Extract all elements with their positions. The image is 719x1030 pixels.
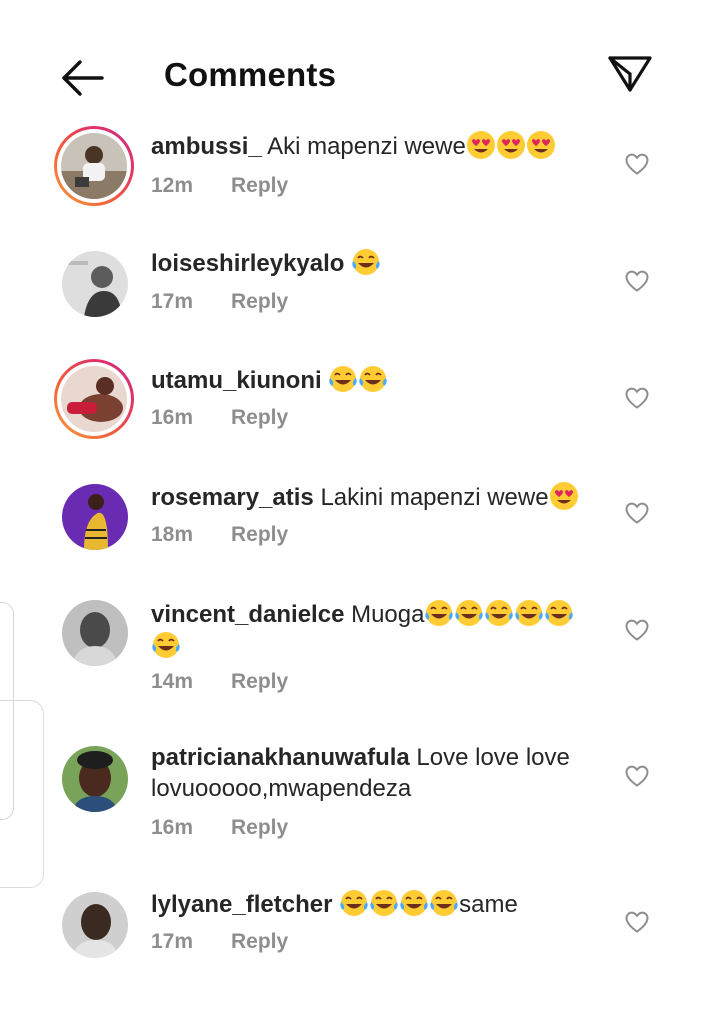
comment-body [322,367,329,394]
comment-time: 18m [151,523,194,546]
avatar[interactable] [62,746,128,812]
heart-icon[interactable] [624,386,650,410]
comment-username[interactable]: vincent_danielce [151,601,344,628]
comment-text: loiseshirleykyalo [151,247,601,279]
paper-plane-icon[interactable] [604,48,656,100]
tears-of-joy-emoji-icon [514,598,544,628]
comments-header: Comments [0,0,719,120]
tears-of-joy-emoji-icon [429,888,459,918]
comment-time: 16m [151,816,194,839]
tears-of-joy-emoji-icon [328,364,358,394]
arrow-left-icon[interactable] [58,56,108,100]
comment-meta: 12m Reply [151,174,288,198]
comment-text: rosemary_atis Lakini mapenzi wewe [151,481,601,513]
comment-text: lylyane_fletcher same [151,888,601,920]
comment-time: 14m [151,670,194,693]
comment-time: 17m [151,290,194,313]
comment-meta: 16m Reply [151,816,288,840]
comment-username[interactable]: patricianakhanuwafula [151,744,410,771]
page-title: Comments [164,56,337,93]
tears-of-joy-emoji-icon [339,888,369,918]
comment-body: Muoga [344,601,425,628]
tears-of-joy-emoji-icon [369,888,399,918]
reply-button[interactable]: Reply [231,174,288,197]
comment-username[interactable]: utamu_kiunoni [151,367,322,394]
tears-of-joy-emoji-icon [484,598,514,628]
tears-of-joy-emoji-icon [544,598,574,628]
avatar[interactable] [54,126,134,206]
tears-of-joy-emoji-icon [399,888,429,918]
comment-text: patricianakhanuwafula Love love love lov… [151,742,591,804]
avatar[interactable] [62,251,128,317]
heart-icon[interactable] [624,764,650,788]
reply-button[interactable]: Reply [231,290,288,313]
comment-meta: 17m Reply [151,930,288,954]
tears-of-joy-emoji-icon [454,598,484,628]
heart-eyes-emoji-icon [526,130,556,160]
reply-button[interactable]: Reply [231,816,288,839]
comment-meta: 14m Reply [151,670,288,694]
tears-of-joy-emoji-icon [351,247,381,277]
comment-time: 17m [151,930,194,953]
comment-meta: 16m Reply [151,406,288,430]
heart-icon[interactable] [624,618,650,642]
heart-icon[interactable] [624,152,650,176]
heart-icon[interactable] [624,269,650,293]
comment-meta: 18m Reply [151,523,288,547]
tears-of-joy-emoji-icon [424,598,454,628]
comment-text: utamu_kiunoni [151,364,601,396]
reply-button[interactable]: Reply [231,670,288,693]
comment-text: vincent_danielce Muoga [151,598,601,662]
comment-username[interactable]: loiseshirleykyalo [151,250,344,277]
comment-username[interactable]: rosemary_atis [151,484,314,511]
avatar[interactable] [62,484,128,550]
comment-body [344,250,351,277]
comment-body: Aki mapenzi wewe [261,133,466,160]
avatar[interactable] [54,359,134,439]
reply-button[interactable]: Reply [231,406,288,429]
heart-eyes-emoji-icon [549,481,579,511]
comment-meta: 17m Reply [151,290,288,314]
edge-side-panel-outline [0,700,44,888]
avatar[interactable] [62,892,128,958]
comment-body: Lakini mapenzi wewe [313,484,549,511]
comment-time: 12m [151,174,194,197]
comment-username[interactable]: lylyane_fletcher [151,891,332,918]
comment-text: ambussi_ Aki mapenzi wewe [151,130,601,162]
avatar[interactable] [62,600,128,666]
comment-username[interactable]: ambussi_ [151,133,262,160]
comment-body [332,891,339,918]
heart-eyes-emoji-icon [496,130,526,160]
reply-button[interactable]: Reply [231,930,288,953]
heart-icon[interactable] [624,910,650,934]
heart-eyes-emoji-icon [466,130,496,160]
comment-time: 16m [151,406,194,429]
comment-trailing-text: same [459,891,518,918]
tears-of-joy-emoji-icon [151,630,181,660]
tears-of-joy-emoji-icon [358,364,388,394]
heart-icon[interactable] [624,501,650,525]
reply-button[interactable]: Reply [231,523,288,546]
